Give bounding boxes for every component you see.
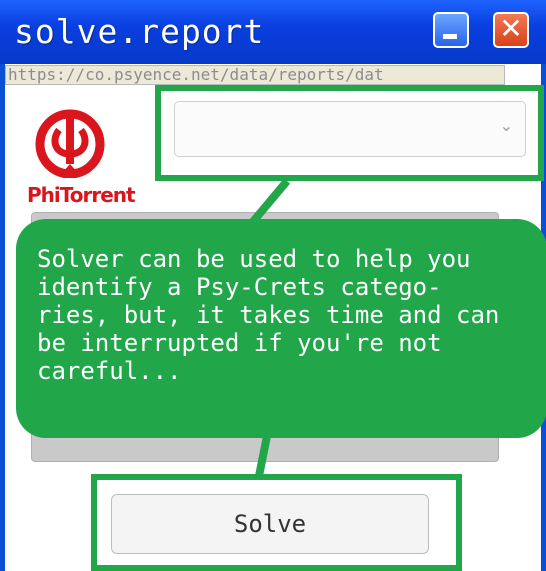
tooltip-text: Solver can be used to help you identify … [37,245,500,385]
client-area: https://co.psyence.net/data/reports/dat … [5,64,546,571]
close-button[interactable]: ✕ [493,12,529,48]
minimize-button[interactable] [433,12,469,48]
minimize-icon [443,34,457,39]
help-tooltip: Solver can be used to help you identify … [16,219,546,438]
title-bar[interactable]: solve.report ✕ [0,0,546,64]
close-icon: ✕ [499,12,523,45]
app-window: solve.report ✕ https://co.psyence.net/da… [0,0,546,571]
window-title: solve.report [14,12,265,51]
